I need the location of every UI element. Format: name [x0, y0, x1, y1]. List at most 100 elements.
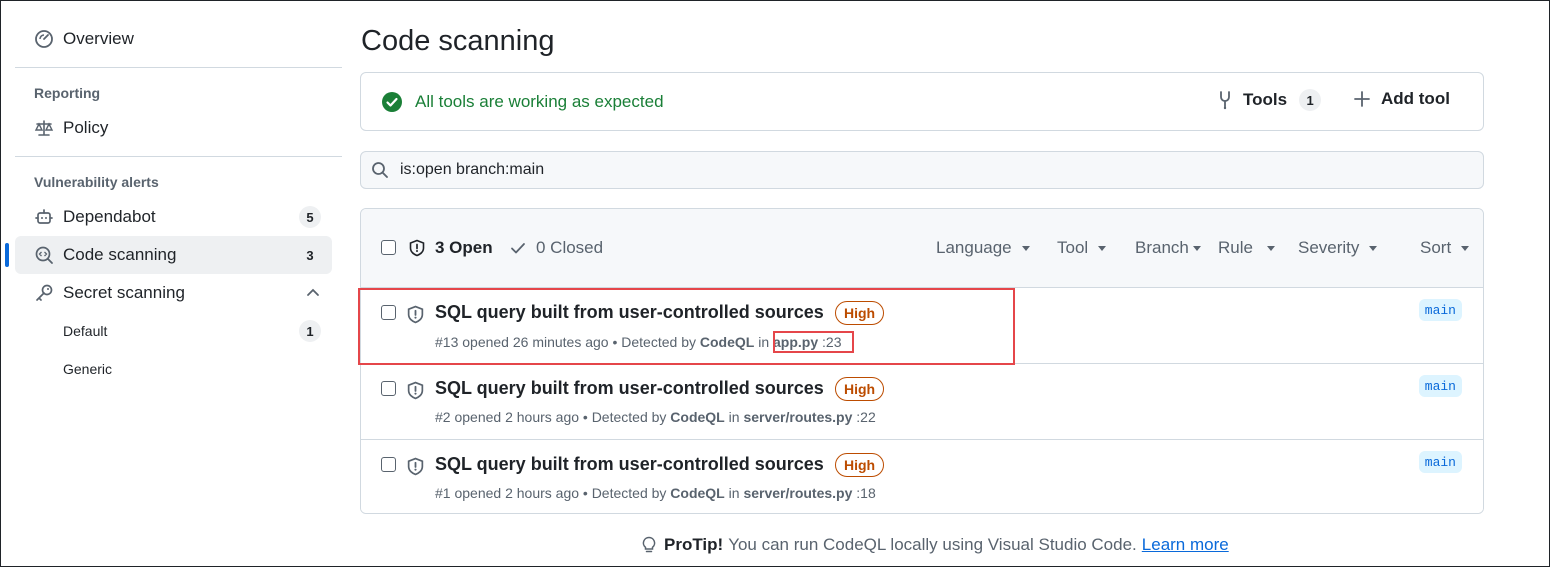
shield-icon — [408, 239, 426, 257]
open-count-label: 3 Open — [435, 238, 493, 257]
tools-label: Tools — [1243, 90, 1288, 109]
filter-language[interactable]: Language — [936, 238, 1030, 258]
closed-filter[interactable]: 0 Closed — [509, 238, 603, 258]
alert-row[interactable]: SQL query built from user-controlled sou… — [361, 364, 1483, 440]
alert-row[interactable]: SQL query built from user-controlled sou… — [361, 440, 1483, 513]
severity-badge: High — [835, 377, 885, 401]
sidebar-item-code-scanning[interactable]: Code scanning 3 — [5, 236, 332, 274]
alert-meta: #1 opened 2 hours ago • Detected by Code… — [435, 485, 876, 501]
filter-label: Rule — [1218, 238, 1253, 257]
protip-label: ProTip! — [664, 535, 724, 554]
filter-tool[interactable]: Tool — [1057, 238, 1107, 258]
tool-name: CodeQL — [670, 409, 725, 425]
sidebar-subitem-default[interactable]: Default 1 — [15, 312, 342, 350]
count-badge: 1 — [1299, 89, 1322, 111]
key-icon — [33, 282, 55, 304]
section-heading-reporting: Reporting — [34, 85, 101, 101]
closed-count-label: 0 Closed — [536, 238, 604, 257]
add-tool-button[interactable]: Add tool — [1353, 89, 1450, 109]
meta-in: in — [724, 409, 744, 425]
sidebar-item-label: Secret scanning — [63, 283, 185, 302]
dependabot-icon — [33, 206, 55, 228]
add-tool-label: Add tool — [1381, 89, 1450, 108]
branch-label[interactable]: main — [1418, 299, 1462, 321]
search-icon — [371, 161, 389, 179]
tools-button[interactable]: Tools 1 — [1215, 89, 1322, 111]
row-checkbox[interactable] — [381, 457, 396, 472]
filter-label: Tool — [1057, 238, 1089, 257]
tools-icon — [1215, 90, 1235, 110]
filter-severity[interactable]: Severity — [1298, 238, 1378, 258]
law-icon — [33, 117, 55, 139]
row-checkbox[interactable] — [381, 381, 396, 396]
count-badge: 5 — [299, 206, 321, 228]
sidebar-item-label: Dependabot — [63, 207, 156, 226]
select-all-checkbox[interactable] — [381, 240, 396, 255]
severity-badge: High — [835, 453, 885, 477]
alert-title[interactable]: SQL query built from user-controlled sou… — [435, 378, 824, 399]
filter-sort[interactable]: Sort — [1420, 238, 1470, 258]
light-bulb-icon — [640, 536, 658, 554]
highlight-box — [773, 331, 854, 353]
sidebar-item-label: Generic — [63, 361, 113, 377]
filter-label: Branch — [1135, 238, 1189, 257]
plus-icon — [1353, 90, 1371, 108]
meta-in: in — [724, 485, 744, 501]
file-name: server/routes.py — [743, 409, 853, 425]
branch-label[interactable]: main — [1418, 451, 1462, 473]
alert-title[interactable]: SQL query built from user-controlled sou… — [435, 454, 824, 475]
search-input[interactable] — [400, 161, 1400, 179]
sidebar-item-dependabot[interactable]: Dependabot 5 — [15, 198, 342, 236]
caret-down-icon — [1266, 245, 1275, 251]
branch-label[interactable]: main — [1418, 375, 1462, 397]
filter-branch[interactable]: Branch — [1135, 238, 1201, 258]
filter-label: Sort — [1420, 238, 1452, 257]
line-number: :18 — [852, 485, 876, 501]
open-filter[interactable]: 3 Open — [408, 238, 493, 258]
learn-more-link[interactable]: Learn more — [1142, 535, 1229, 555]
caret-down-icon — [1369, 245, 1378, 251]
sidebar-item-label: Policy — [63, 118, 109, 137]
sidebar-item-label: Code scanning — [63, 245, 177, 264]
sidebar-item-label: Default — [63, 323, 108, 339]
meta-prefix: #2 opened 2 hours ago • Detected by — [435, 409, 671, 425]
sidebar-item-policy[interactable]: Policy — [15, 109, 342, 147]
status-text: All tools are working as expected — [415, 92, 664, 111]
page-title: Code scanning — [361, 25, 555, 57]
file-link[interactable]: server/routes.py :22 — [743, 409, 875, 425]
filter-label: Severity — [1298, 238, 1360, 257]
tool-status: All tools are working as expected — [381, 91, 664, 113]
check-icon — [509, 239, 527, 257]
caret-down-icon — [1192, 245, 1201, 251]
check-circle-icon — [381, 91, 403, 113]
sidebar-subitem-generic[interactable]: Generic — [15, 350, 342, 388]
section-heading-vulnerability-alerts: Vulnerability alerts — [34, 174, 159, 190]
sidebar-item-secret-scanning[interactable]: Secret scanning — [15, 274, 342, 312]
shield-icon — [406, 457, 425, 476]
file-link[interactable]: server/routes.py :18 — [743, 485, 875, 501]
protip-text: You can run CodeQL locally using Visual … — [728, 535, 1137, 554]
alerts-list-header: 3 Open 0 Closed Language Tool Branch Rul… — [361, 209, 1483, 288]
caret-down-icon — [1021, 245, 1030, 251]
highlight-box — [358, 288, 1015, 365]
chevron-up-icon[interactable] — [305, 284, 321, 300]
sidebar-item-label: Overview — [63, 29, 134, 48]
meta-prefix: #1 opened 2 hours ago • Detected by — [435, 485, 671, 501]
search-bar — [360, 151, 1484, 189]
count-badge: 1 — [299, 320, 321, 342]
file-name: server/routes.py — [743, 485, 853, 501]
tool-name: CodeQL — [670, 485, 725, 501]
caret-down-icon — [1098, 245, 1107, 251]
alert-meta: #2 opened 2 hours ago • Detected by Code… — [435, 409, 876, 425]
sidebar: Overview Reporting Policy Vulnerability … — [5, 20, 342, 388]
shield-icon — [406, 381, 425, 400]
divider — [15, 67, 342, 68]
count-badge: 3 — [299, 244, 321, 266]
meter-icon — [33, 28, 55, 50]
sidebar-item-overview[interactable]: Overview — [15, 20, 342, 58]
filter-label: Language — [936, 238, 1012, 257]
codescan-icon — [33, 244, 55, 266]
divider — [15, 156, 342, 157]
filter-rule[interactable]: Rule — [1218, 238, 1275, 258]
caret-down-icon — [1461, 245, 1470, 251]
